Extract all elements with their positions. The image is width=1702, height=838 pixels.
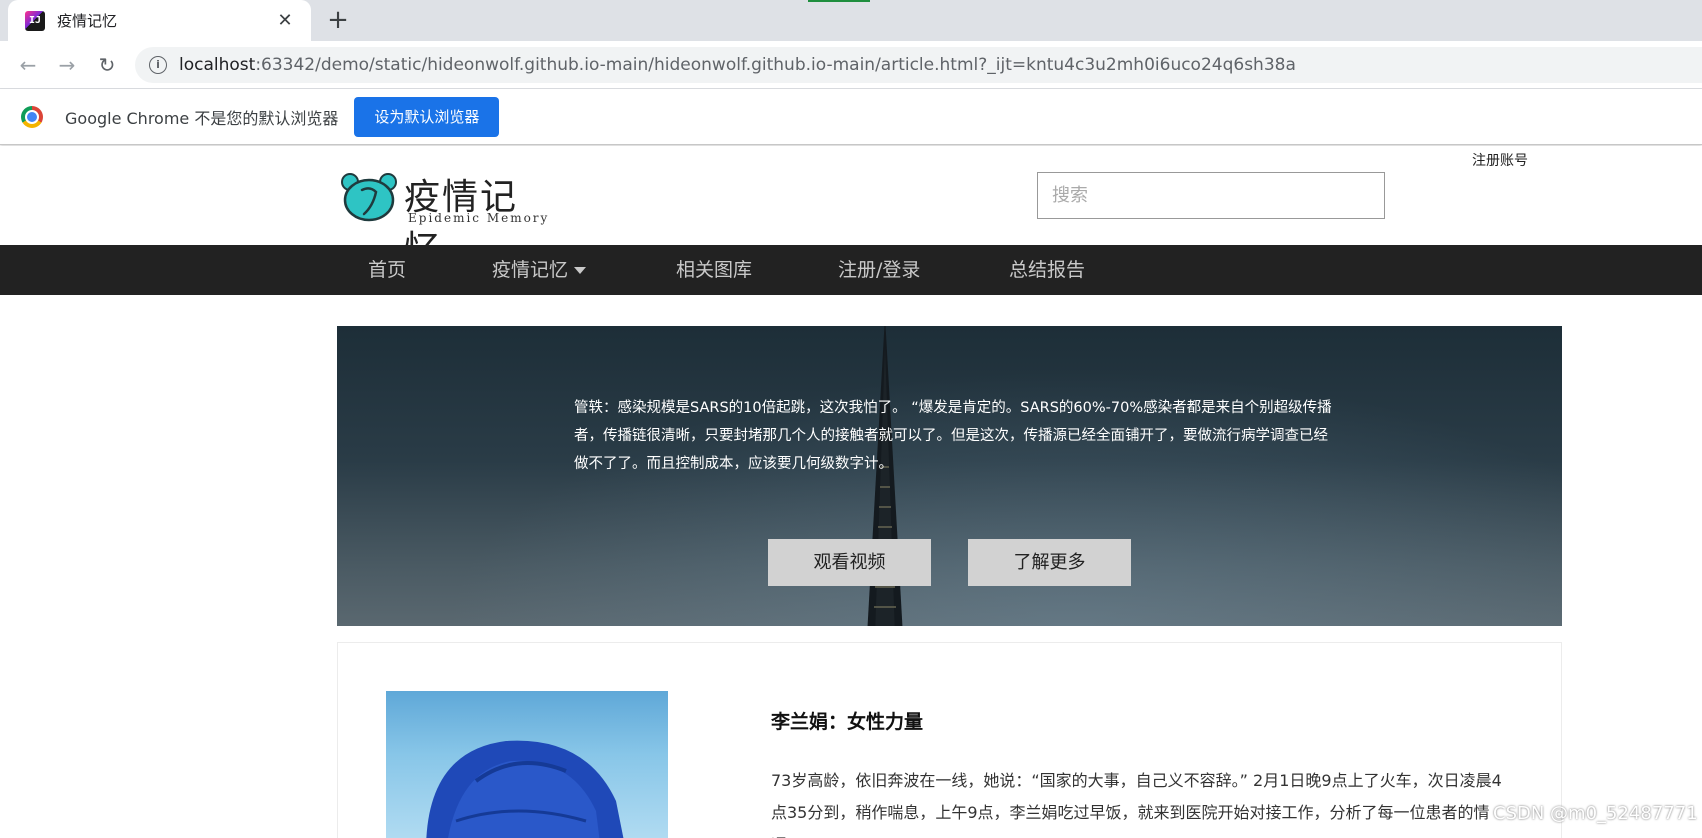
loading-indicator — [808, 0, 870, 2]
article-title[interactable]: 李兰娟：女性力量 — [771, 707, 923, 734]
address-url[interactable]: localhost:63342/demo/static/hideonwolf.g… — [179, 55, 1296, 75]
site-logo[interactable]: 疫情记忆 Epidemic Memory — [340, 168, 550, 270]
learn-more-button[interactable]: 了解更多 — [968, 539, 1131, 586]
article-card: 李兰娟：女性力量 73岁高龄，依旧奔波在一线，她说：“国家的大事，自己义不容辞。… — [337, 642, 1562, 838]
browser-toolbar: ← → ↻ i localhost:63342/demo/static/hide… — [0, 41, 1702, 89]
article-photo[interactable] — [386, 691, 668, 838]
tab-close-icon[interactable]: ✕ — [273, 9, 297, 33]
site-search-input[interactable] — [1037, 172, 1385, 219]
hero-quote: 管轶：感染规模是SARS的10倍起跳，这次我怕了。 “爆发是肯定的。SARS的6… — [574, 400, 1332, 472]
hero-banner: 管轶：感染规模是SARS的10倍起跳，这次我怕了。 “爆发是肯定的。SARS的6… — [337, 326, 1562, 626]
chrome-logo-icon — [21, 105, 43, 128]
back-arrow-icon[interactable]: ← — [14, 51, 42, 79]
article-excerpt: 73岁高龄，依旧奔波在一线，她说：“国家的大事，自己义不容辞。” 2月1日晚9点… — [771, 771, 1502, 838]
watch-video-button[interactable]: 观看视频 — [768, 539, 931, 586]
tab-strip: IJ 疫情记忆 ✕ + — [0, 0, 1702, 41]
tab-title: 疫情记忆 — [57, 12, 118, 30]
browser-tab-active[interactable]: IJ 疫情记忆 ✕ — [8, 0, 311, 41]
site-info-icon[interactable]: i — [149, 56, 167, 74]
infobar-message: Google Chrome 不是您的默认浏览器 — [65, 108, 339, 128]
dropdown-caret-icon — [574, 267, 587, 274]
nav-item-home-label: 首页 — [368, 259, 407, 281]
reload-icon[interactable]: ↻ — [93, 51, 121, 79]
url-path: :63342/demo/static/hideonwolf.github.io-… — [255, 55, 1296, 75]
register-account-link[interactable]: 注册账号 — [1472, 150, 1528, 170]
address-bar[interactable]: i localhost:63342/demo/static/hideonwolf… — [135, 47, 1702, 83]
nav-item-home[interactable]: 首页 — [368, 245, 406, 295]
default-browser-infobar: Google Chrome 不是您的默认浏览器 设为默认浏览器 — [0, 89, 1702, 145]
forward-arrow-icon[interactable]: → — [53, 51, 81, 79]
nav-item-summary-report-label: 总结报告 — [1009, 259, 1086, 281]
bear-logo-icon — [341, 173, 397, 222]
jetbrains-favicon-icon: IJ — [25, 10, 45, 31]
nav-item-gallery-label: 相关图库 — [676, 259, 753, 281]
logo-text-en: Epidemic Memory — [408, 211, 550, 225]
csdn-watermark: CSDN @m0_52487771 — [1493, 803, 1698, 824]
site-header: 疫情记忆 Epidemic Memory 注册账号 — [0, 146, 1702, 270]
doctor-photo-image — [426, 740, 624, 838]
nav-item-summary-report[interactable]: 总结报告 — [1009, 245, 1085, 295]
set-default-browser-button[interactable]: 设为默认浏览器 — [354, 96, 500, 137]
url-host: localhost — [179, 55, 256, 75]
web-page: 疫情记忆 Epidemic Memory 注册账号 首页 疫情记忆 相关图库 注… — [0, 146, 1702, 838]
site-nav-bar: 首页 疫情记忆 相关图库 注册/登录 总结报告 — [0, 245, 1702, 295]
new-tab-icon[interactable]: + — [324, 7, 352, 35]
nav-item-register-login[interactable]: 注册/登录 — [838, 245, 920, 295]
nav-item-register-login-label: 注册/登录 — [838, 259, 921, 281]
nav-item-epidemic-memory[interactable]: 疫情记忆 — [492, 245, 587, 295]
nav-item-epidemic-memory-label: 疫情记忆 — [492, 259, 569, 281]
nav-item-gallery[interactable]: 相关图库 — [676, 245, 752, 295]
